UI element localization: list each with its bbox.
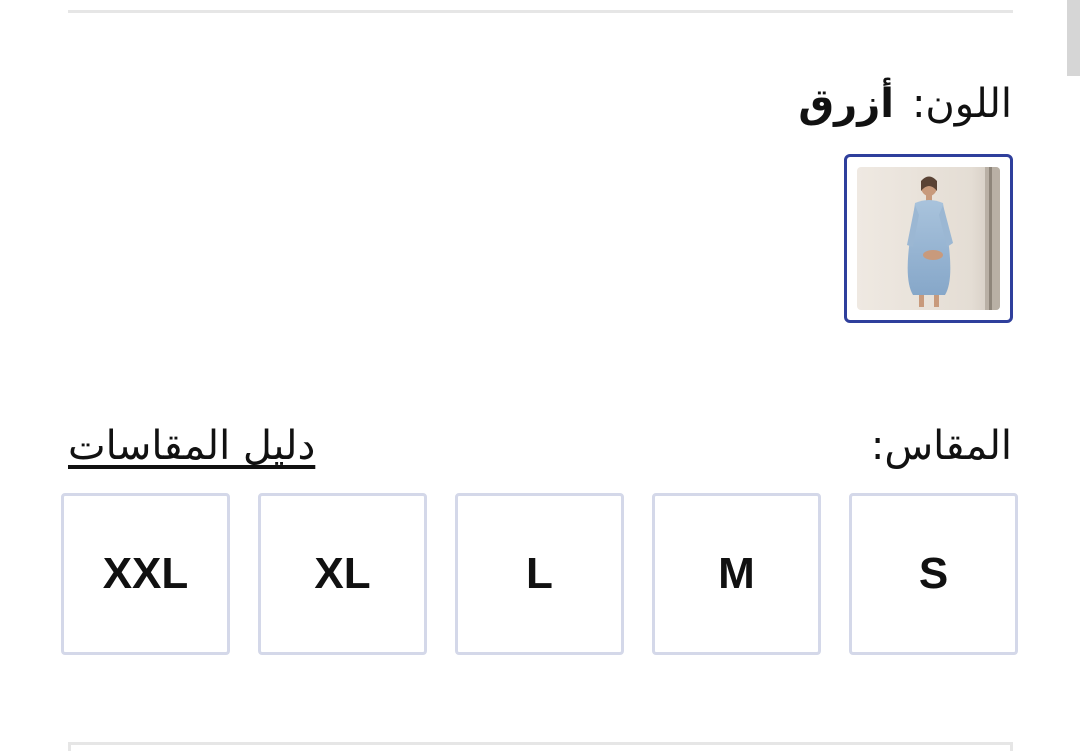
size-option-m[interactable]: M [652,493,821,655]
color-swatch-blue[interactable] [844,154,1013,323]
size-option-s[interactable]: S [849,493,1018,655]
size-guide-link[interactable]: دليل المقاسات [68,418,315,474]
size-options: XXL XL L M S [61,493,1019,655]
scrollbar-thumb[interactable] [1067,0,1080,76]
size-heading-row: دليل المقاسات المقاس: [68,418,1012,474]
product-options-panel: اللون: أزرق دليل المقاسات المقاس: XXL XL… [0,0,1080,751]
color-label: اللون: [911,81,1012,127]
size-option-xxl[interactable]: XXL [61,493,230,655]
size-label: المقاس: [870,423,1012,469]
dress-thumbnail-image [857,167,1000,310]
color-value: أزرق [798,81,894,127]
top-divider [68,10,1013,13]
size-option-l[interactable]: L [455,493,624,655]
size-option-xl[interactable]: XL [258,493,427,655]
bottom-section-edge [68,742,1013,751]
color-heading: اللون: أزرق [798,76,1012,132]
